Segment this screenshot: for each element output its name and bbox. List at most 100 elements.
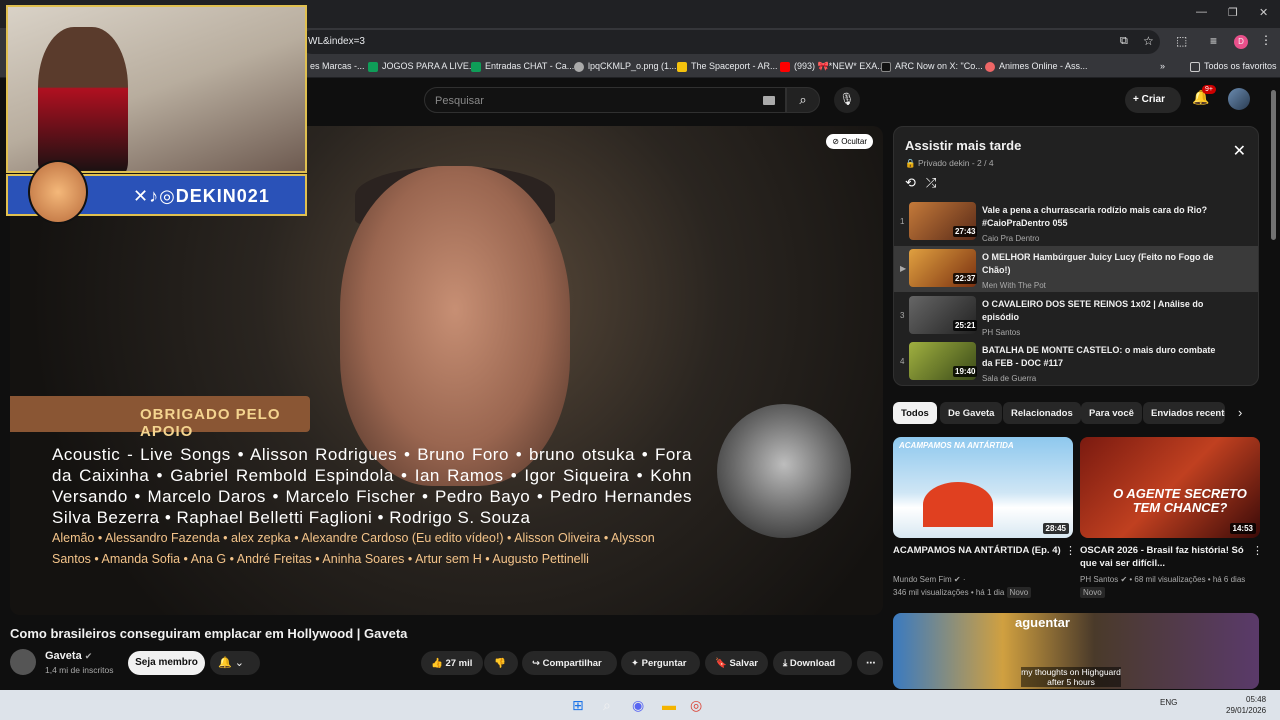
all-favorites[interactable]: Todos os favoritos bbox=[1190, 61, 1277, 72]
dislike-button[interactable]: 👎 bbox=[484, 651, 518, 675]
search-icon[interactable]: ⌕ bbox=[603, 697, 611, 714]
subscription-bell-button[interactable]: 🔔 ⌄ bbox=[210, 651, 260, 675]
voice-search-button[interactable]: 🎙 bbox=[834, 87, 860, 113]
system-tray[interactable]: ENG bbox=[1160, 698, 1177, 707]
playlist-item[interactable]: 3 25:21 O CAVALEIRO DOS SETE REINOS 1x02… bbox=[894, 293, 1258, 339]
recommended-video[interactable]: O AGENTE SECRETO TEM CHANCE? 14:53 OSCAR… bbox=[1080, 437, 1263, 598]
scrollbar[interactable] bbox=[1271, 90, 1276, 240]
more-icon[interactable]: ⋮ bbox=[1252, 544, 1263, 557]
recommended-video[interactable]: aguentar my thoughts on Highguard after … bbox=[893, 613, 1259, 689]
thumbnail-caption: aguentar bbox=[1015, 615, 1070, 630]
save-button[interactable]: 🔖 Salvar bbox=[705, 651, 768, 675]
extensions-icon[interactable]: ⬚ bbox=[1176, 34, 1187, 48]
playlist-item-number: 3 bbox=[900, 311, 905, 320]
chip-related[interactable]: Relacionados bbox=[1003, 402, 1081, 424]
join-button[interactable]: Seja membro bbox=[128, 651, 205, 675]
channel-name[interactable]: Gaveta ✔ bbox=[45, 650, 92, 662]
url-field[interactable]: WL&index=3 bbox=[300, 30, 1160, 54]
folder-icon[interactable]: ▬ bbox=[662, 697, 676, 713]
duration-badge: 27:43 bbox=[953, 226, 978, 237]
avatar[interactable] bbox=[1228, 88, 1250, 110]
duration-badge: 22:37 bbox=[953, 273, 978, 284]
x-icon bbox=[881, 61, 891, 72]
profile-icon[interactable]: D bbox=[1234, 35, 1248, 49]
minimize-icon[interactable]: — bbox=[1196, 6, 1207, 18]
bookmark-icon: 🔖 bbox=[715, 658, 730, 669]
create-label: Criar bbox=[1141, 94, 1165, 105]
chip-from-gaveta[interactable]: De Gaveta bbox=[940, 402, 1003, 424]
download-button[interactable]: ⤓ Download bbox=[773, 651, 852, 675]
playlist-item-channel: PH Santos bbox=[982, 328, 1021, 337]
presenter-face bbox=[340, 166, 570, 486]
chrome-icon[interactable]: ◎ bbox=[690, 697, 702, 714]
playlist-item-channel: Men With The Pot bbox=[982, 281, 1046, 290]
bookmark-item[interactable]: Animes Online - Ass... bbox=[985, 61, 1088, 72]
recommended-title: ACAMPAMOS NA ANTÁRTIDA (Ep. 4) bbox=[893, 545, 1061, 556]
search-icon: ⌕ bbox=[799, 92, 807, 107]
media-icon[interactable]: ≡ bbox=[1210, 34, 1217, 48]
star-icon[interactable]: ☆ bbox=[1143, 34, 1154, 48]
bookmark-item[interactable]: es Marcas -... bbox=[310, 61, 365, 71]
bookmark-item[interactable]: lpqCKMLP_o.png (1... bbox=[574, 61, 677, 72]
bell-icon: 🔔 bbox=[218, 657, 232, 669]
chip-for-you[interactable]: Para você bbox=[1081, 402, 1142, 424]
globe-icon bbox=[574, 61, 584, 72]
lock-icon: 🔒 bbox=[905, 158, 918, 168]
clock[interactable]: 05:48 29/01/2026 bbox=[1226, 694, 1266, 716]
clock-time: 05:48 bbox=[1246, 695, 1267, 704]
duration-badge: 14:53 bbox=[1229, 523, 1256, 534]
like-button[interactable]: 👍 27 mil bbox=[421, 651, 483, 675]
recommended-video[interactable]: ACAMPAMOS NA ANTÁRTIDA 28:45 ACAMPAMOS N… bbox=[893, 437, 1076, 598]
playlist-controls: ⟲⤮ bbox=[905, 175, 946, 191]
chip-all[interactable]: Todos bbox=[893, 402, 937, 424]
anime-icon bbox=[985, 61, 995, 72]
bookmark-item[interactable]: The Spaceport - AR... bbox=[677, 61, 778, 72]
channel-avatar[interactable] bbox=[10, 649, 36, 675]
playlist-item-active[interactable]: ▶ 22:37 O MELHOR Hambúrguer Juicy Lucy (… bbox=[894, 246, 1258, 292]
menu-icon[interactable]: ⋮ bbox=[1260, 33, 1272, 47]
playlist-item[interactable]: 1 27:43 Vale a pena a churrascaria rodíz… bbox=[894, 199, 1258, 245]
playlist-item-number: 1 bbox=[900, 217, 905, 226]
bookmark-item[interactable]: Entradas CHAT - Ca... bbox=[471, 61, 574, 72]
maximize-icon[interactable]: ❐ bbox=[1228, 6, 1238, 19]
thumbnail-caption: ACAMPAMOS NA ANTÁRTIDA bbox=[899, 441, 1014, 450]
supporters-list: Acoustic - Live Songs • Alisson Rodrigue… bbox=[52, 445, 692, 527]
shuffle-icon[interactable]: ⤮ bbox=[926, 175, 946, 190]
loop-icon[interactable]: ⟲ bbox=[905, 175, 926, 190]
chip-recent-uploads[interactable]: Enviados recente bbox=[1143, 402, 1225, 424]
more-icon: ⋯ bbox=[866, 658, 876, 669]
duration-badge: 25:21 bbox=[953, 320, 978, 331]
ask-button[interactable]: ✦ Perguntar bbox=[621, 651, 700, 675]
eye-off-icon: ⊘ bbox=[832, 137, 842, 146]
streamer-figure bbox=[38, 27, 128, 171]
more-actions-button[interactable]: ⋯ bbox=[857, 651, 883, 675]
bookmark-item[interactable]: (993) 🎀*NEW* EXA... bbox=[780, 61, 885, 72]
more-icon[interactable]: ⋮ bbox=[1065, 544, 1076, 557]
duration-badge: 19:40 bbox=[953, 366, 978, 377]
youtube-icon bbox=[780, 61, 790, 72]
close-icon[interactable]: ✕ bbox=[1233, 141, 1246, 161]
chevron-down-icon: ⌄ bbox=[234, 657, 244, 669]
bookmark-item[interactable]: ARC Now on X: "Co... bbox=[881, 61, 983, 72]
search-input[interactable]: Pesquisar bbox=[424, 87, 786, 113]
social-handle: ✕♪◎DEKIN021 bbox=[133, 186, 270, 206]
create-button[interactable]: + Criar bbox=[1125, 87, 1181, 113]
more-bookmarks-icon[interactable]: » bbox=[1160, 61, 1165, 71]
playlist-title[interactable]: Assistir mais tarde bbox=[905, 138, 1021, 153]
cast-icon[interactable]: ⧉ bbox=[1120, 35, 1128, 48]
windows-start-icon[interactable]: ⊞ bbox=[572, 697, 584, 714]
discord-icon[interactable]: ◉ bbox=[632, 697, 644, 714]
recommended-title: OSCAR 2026 - Brasil faz história! Só que… bbox=[1080, 545, 1244, 569]
close-window-icon[interactable]: ✕ bbox=[1259, 6, 1268, 19]
share-button[interactable]: ↪ Compartilhar bbox=[522, 651, 617, 675]
playlist-item[interactable]: 4 19:40 BATALHA DE MONTE CASTELO: o mais… bbox=[894, 339, 1258, 385]
language-indicator: ENG bbox=[1160, 698, 1178, 707]
thumbnail-caption: O AGENTE SECRETO TEM CHANCE? bbox=[1113, 486, 1247, 515]
hide-button[interactable]: ⊘ Ocultar bbox=[826, 134, 873, 149]
keyboard-icon[interactable] bbox=[763, 96, 775, 105]
chevron-right-icon[interactable]: › bbox=[1238, 405, 1242, 420]
search-button[interactable]: ⌕ bbox=[786, 87, 820, 113]
bookmark-item[interactable]: JOGOS PARA A LIVE... bbox=[368, 61, 476, 72]
playlist-panel: Assistir mais tarde 🔒 Privado dekin - 2 … bbox=[893, 126, 1259, 386]
playlist-item-title: O MELHOR Hambúrguer Juicy Lucy (Feito no… bbox=[982, 252, 1214, 275]
